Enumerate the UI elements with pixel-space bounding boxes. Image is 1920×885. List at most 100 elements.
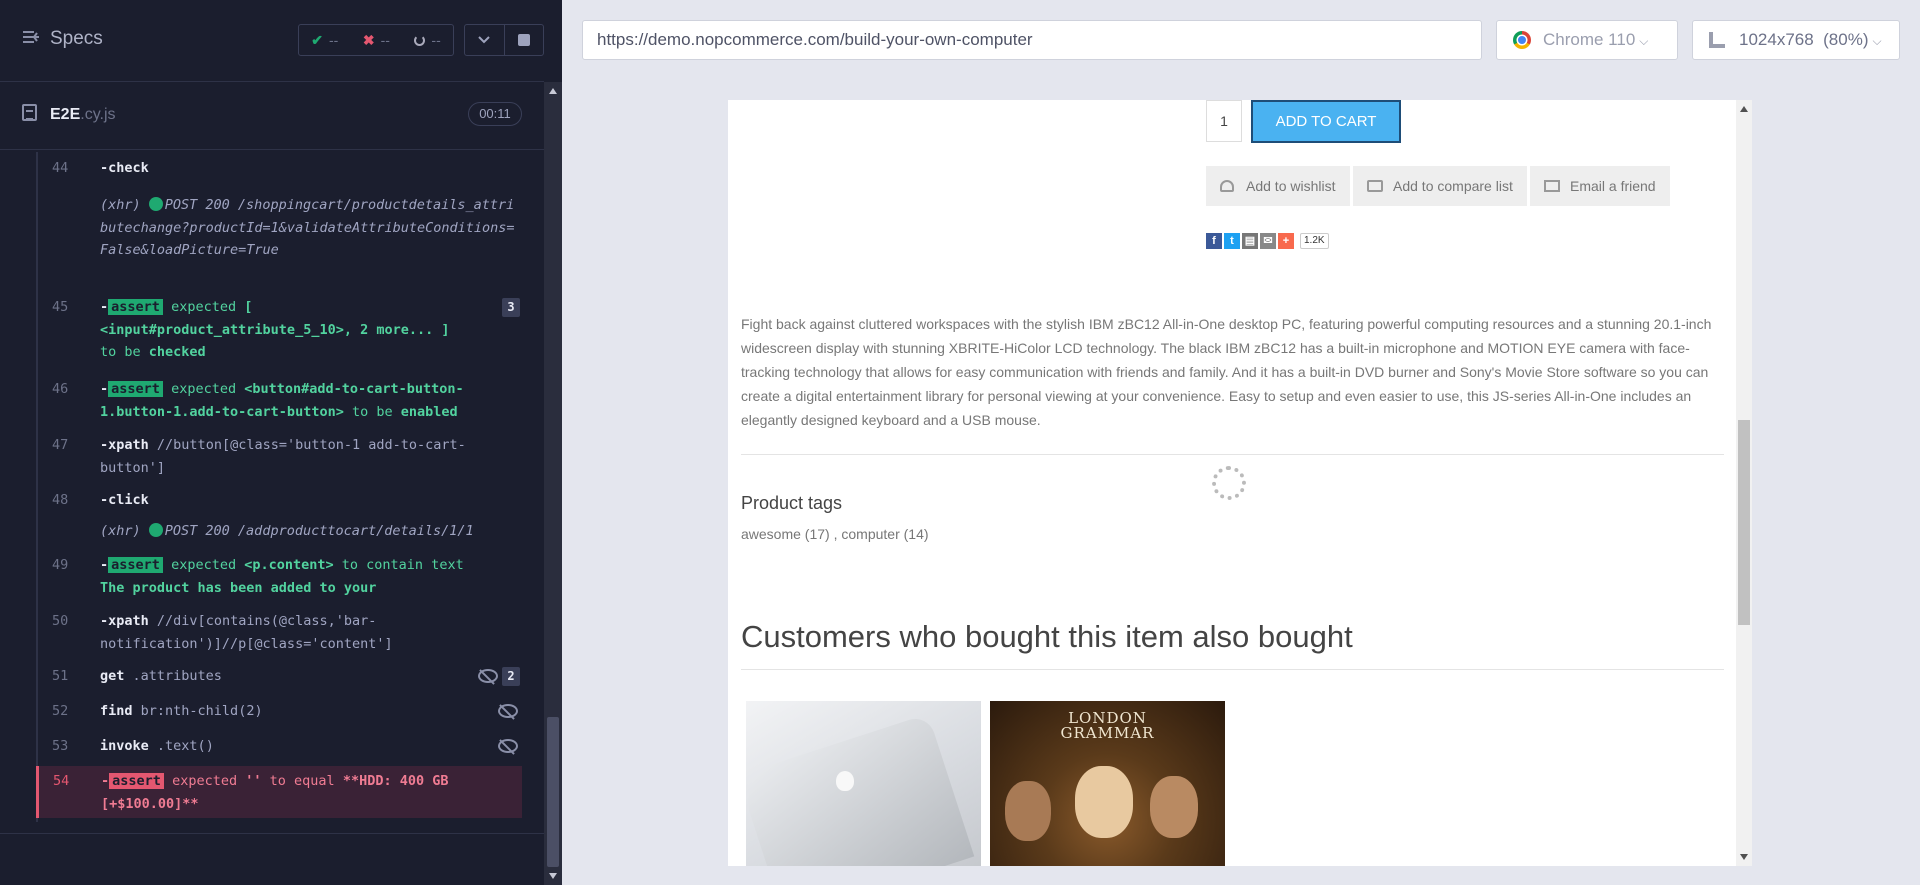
command-row[interactable]: 48 -click [38,489,524,513]
count-badge: 3 [502,298,520,317]
email-a-friend-button[interactable]: Email a friend [1530,166,1670,206]
command-row[interactable]: 51 get .attributes 2 [38,665,524,689]
also-bought-title: Customers who bought this item also boug… [741,619,1353,654]
chevron-down-icon [478,31,490,49]
viewport-selector[interactable]: 1024x768 (80%) ⌵ [1692,20,1900,60]
assert-word: to contain text [341,557,464,573]
command-row[interactable]: 44 -check [38,157,524,181]
failed-count: -- [380,32,390,48]
url-bar[interactable]: https://demo.nopcommerce.com/build-your-… [582,20,1482,60]
assert-word: expected [171,381,237,397]
assert-word: expected [172,773,238,789]
plus-share-icon[interactable]: + [1278,233,1294,249]
compare-label: Add to compare list [1393,178,1513,194]
run-duration: 00:11 [468,102,522,126]
add-to-compare-button[interactable]: Add to compare list [1353,166,1527,206]
print-icon[interactable]: ▤ [1242,233,1258,249]
stop-button[interactable] [505,25,544,55]
specs-label: Specs [50,28,103,49]
assert-word: to equal [269,773,335,789]
wishlist-label: Add to wishlist [1246,178,1336,194]
passed-count: -- [328,32,339,48]
reporter-scrollbar[interactable] [544,82,562,885]
assert-value: <p.content> [244,557,334,573]
specs-button[interactable]: Specs [22,28,103,50]
facebook-icon[interactable]: f [1206,233,1222,249]
command-number: 48 [52,492,69,508]
scroll-down-arrow[interactable] [1740,854,1748,860]
command-row[interactable]: 50 -xpath //div[contains(@class,'bar-not… [38,610,524,656]
command-message: .text() [156,738,214,754]
chevron-down-icon: ⌵ [1872,34,1882,48]
app-scrollbar[interactable] [1736,100,1752,866]
command-row[interactable]: 46 - assert expected <button#add-to-cart-… [38,378,524,424]
status-dot-icon [148,523,163,537]
xhr-message: POST 200 /addproducttocart/details/1/1 [164,523,474,539]
scroll-thumb[interactable] [547,717,559,867]
command-number: 49 [52,557,69,573]
command-message: br:nth-child(2) [140,703,263,719]
command-number: 45 [52,299,69,315]
spinner-icon [414,34,426,46]
scroll-thumb[interactable] [1738,420,1750,625]
command-name: find [100,703,133,719]
command-list: 44 -check (xhr) POST 200 /shoppingcart/p… [36,152,522,822]
spec-file-name[interactable]: E2E.cy.js [50,106,116,124]
command-name: get [100,668,125,684]
loading-spinner-icon [1212,466,1246,500]
failed-command-row[interactable]: 54 - assert expected '' to equal **HDD: 4… [36,766,522,818]
product-image-album[interactable]: LONDON GRAMMAR [990,701,1225,866]
status-dot-icon [148,197,163,211]
eye-off-icon [498,739,518,753]
scroll-up-arrow[interactable] [1740,106,1748,112]
assert-word: expected [171,557,237,573]
run-controls [464,24,544,56]
pending-stat: -- [414,32,441,48]
heart-icon [1220,180,1234,192]
command-row[interactable]: 49 - assert expected <p.content> to conta… [38,554,524,600]
product-description: Fight back against cluttered workspaces … [741,316,1712,428]
file-extension: .cy.js [80,106,116,123]
album-figure [1150,776,1198,838]
chrome-icon [1513,31,1531,49]
toggle-auto-scroll-button[interactable] [465,25,505,55]
command-number: 50 [52,613,69,629]
command-number: 51 [52,668,69,684]
scroll-up-arrow[interactable] [549,88,557,94]
command-row[interactable]: 47 -xpath //button[@class='button-1 add-… [38,434,524,480]
xhr-row[interactable]: (xhr) POST 200 /shoppingcart/productdeta… [38,194,524,286]
laptop-shape [746,713,975,866]
quantity-input[interactable]: 1 [1206,100,1242,142]
email-share-icon[interactable]: ✉ [1260,233,1276,249]
scroll-down-arrow[interactable] [549,873,557,879]
command-row[interactable]: 53 invoke .text() [38,735,524,759]
album-figure [1075,766,1133,838]
command-row[interactable]: 45 - assert expected [<input#product_attr… [38,296,524,364]
spec-file-header: E2E.cy.js 00:11 [0,94,544,150]
command-name: -click [100,492,149,508]
add-to-wishlist-button[interactable]: Add to wishlist [1206,166,1350,206]
viewport-size: 1024x768 [1739,30,1814,49]
eye-off-icon [478,669,498,683]
command-number: 53 [52,738,69,754]
eye-off-icon [498,704,518,718]
command-message: .attributes [132,668,222,684]
add-to-cart-button[interactable]: ADD TO CART [1251,100,1401,143]
xhr-label: (xhr) [100,197,141,213]
xhr-row[interactable]: (xhr) POST 200 /addproducttocart/details… [38,520,524,544]
browser-selector[interactable]: Chrome 110 ⌵ [1496,20,1678,60]
file-name: E2E [50,106,81,123]
album-title: LONDON GRAMMAR [990,711,1225,741]
command-row[interactable]: 52 find br:nth-child(2) [38,700,524,724]
product-image-laptop[interactable] [746,701,981,866]
assert-word: to be [100,344,141,360]
test-stats: ✔ -- ✖ -- -- [298,24,454,56]
command-number: 52 [52,703,69,719]
reporter-header: Specs ✔ -- ✖ -- -- [0,0,544,82]
twitter-icon[interactable]: t [1224,233,1240,249]
command-name: invoke [100,738,149,754]
command-name: -check [100,160,149,176]
product-tags-list[interactable]: awesome (17) , computer (14) [741,526,929,542]
xhr-label: (xhr) [100,523,141,539]
assert-value: <input#product_attribute_5_10>, 2 more..… [100,321,450,338]
